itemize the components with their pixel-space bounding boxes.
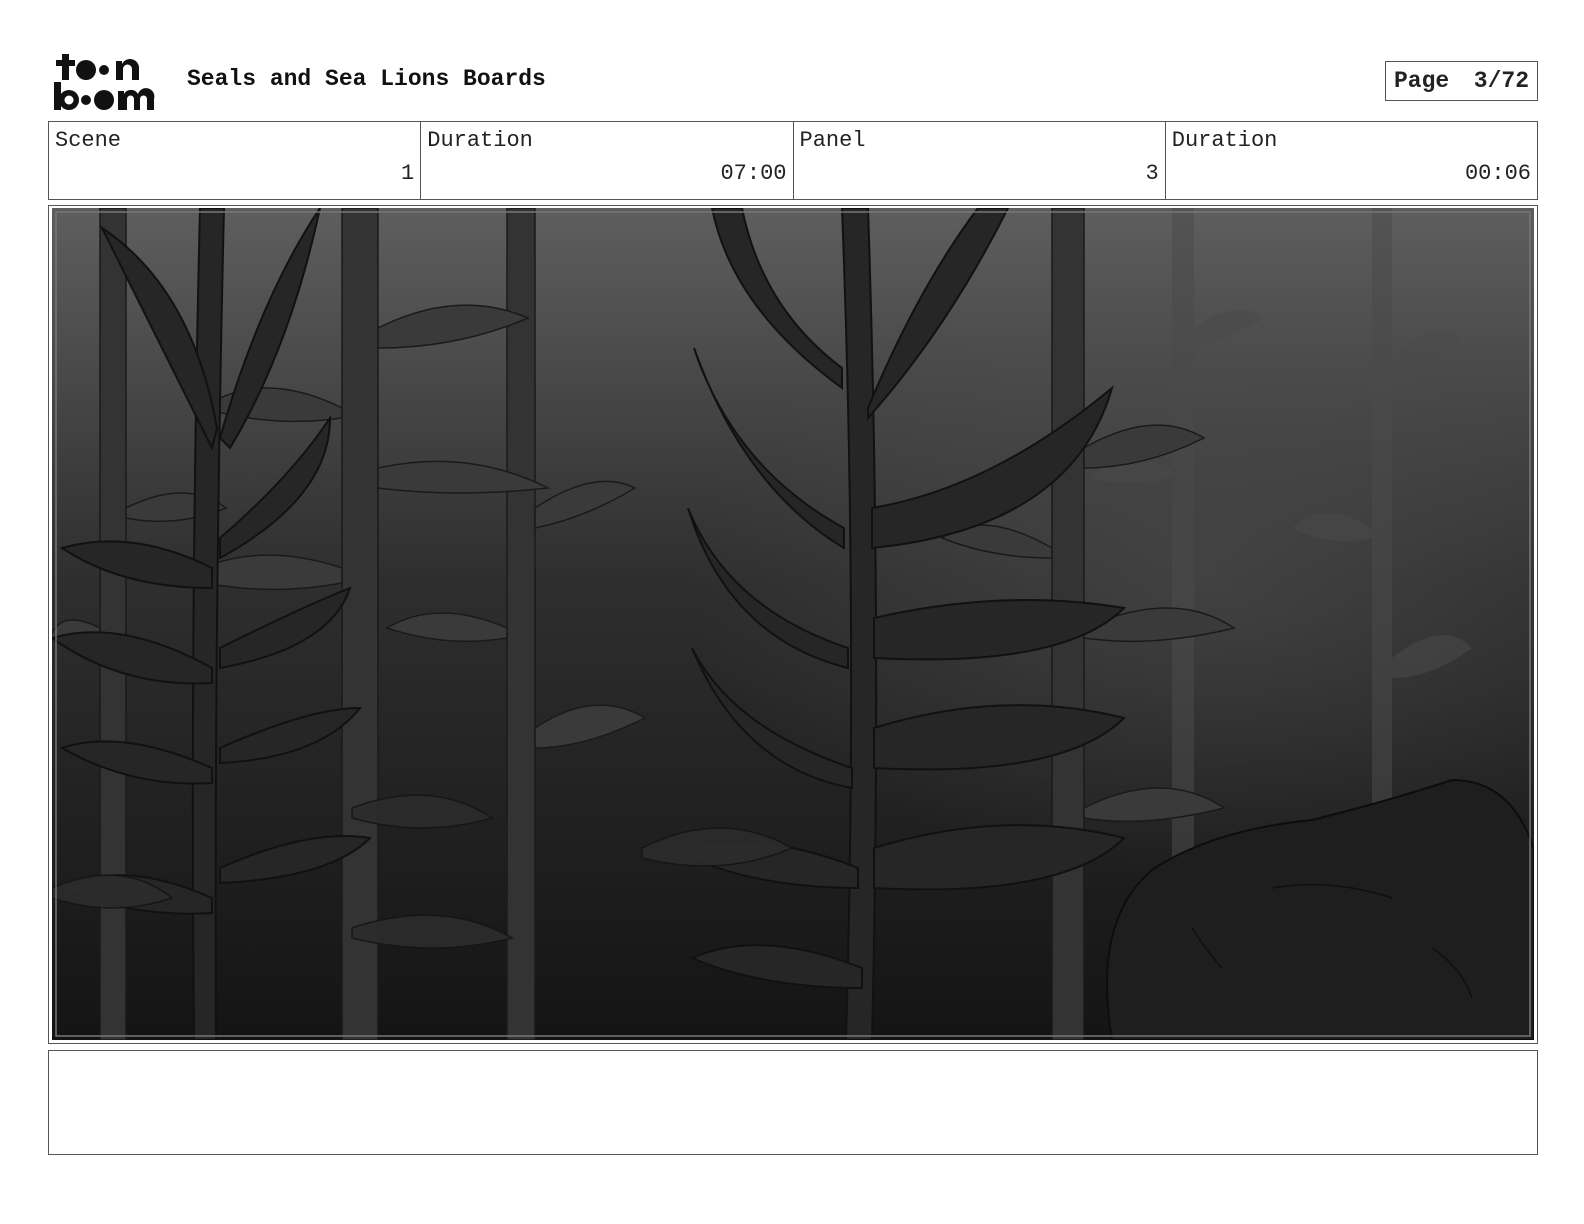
scene-duration-value: 07:00: [720, 161, 787, 186]
panel-duration-cell: Duration 00:06: [1166, 122, 1537, 199]
panel-info-table: Scene 1 Duration 07:00 Panel 3 Duration …: [48, 121, 1538, 200]
page-label: Page: [1394, 68, 1450, 94]
scene-duration-cell: Duration 07:00: [421, 122, 794, 199]
panel-duration-label: Duration: [1171, 128, 1278, 153]
kelp-forest-panel-image: [52, 208, 1534, 1040]
page-number: 3/72: [1473, 68, 1529, 94]
panel-notes-box[interactable]: [48, 1050, 1538, 1155]
document-title: Seals and Sea Lions Boards: [187, 66, 546, 92]
toonboom-logo: [54, 54, 155, 110]
scene-label: Scene: [55, 128, 122, 153]
panel-label: Panel: [799, 128, 866, 153]
panel-value: 3: [1145, 161, 1159, 186]
scene-cell: Scene 1: [49, 122, 422, 199]
scene-duration-label: Duration: [427, 128, 533, 153]
page-indicator: Page 3/72: [1385, 61, 1538, 101]
scene-value: 1: [401, 161, 415, 186]
panel-cell: Panel 3: [794, 122, 1166, 199]
panel-duration-value: 00:06: [1464, 161, 1531, 186]
